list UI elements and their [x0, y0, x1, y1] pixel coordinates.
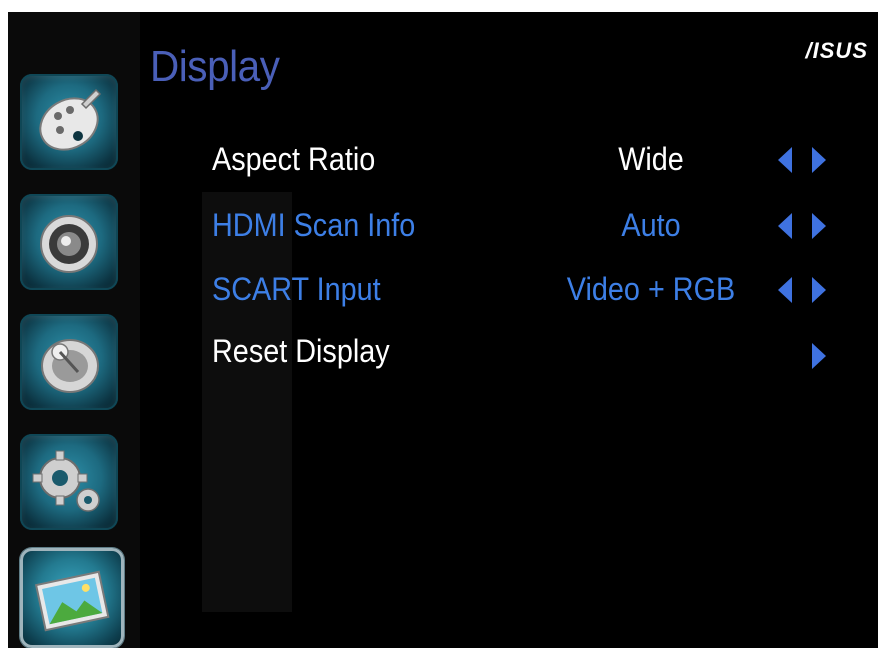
- arrow-left-icon[interactable]: [778, 213, 792, 239]
- menu-item-hdmi-scan-info[interactable]: HDMI Scan Info Auto: [8, 200, 878, 250]
- arrow-right-icon[interactable]: [812, 147, 826, 173]
- menu-item-value: Video + RGB: [566, 271, 736, 307]
- background-shade: [202, 192, 292, 612]
- menu-item-label: Reset Display: [212, 333, 390, 369]
- menu-item-label: SCART Input: [212, 271, 381, 307]
- sidebar-item-setup[interactable]: [20, 434, 118, 530]
- picture-icon: [34, 570, 110, 632]
- page-title: Display: [150, 42, 280, 91]
- arrow-left-icon[interactable]: [778, 277, 792, 303]
- gears-icon: [32, 450, 100, 512]
- menu-item-aspect-ratio[interactable]: Aspect Ratio Wide: [8, 134, 878, 184]
- sidebar-item-display[interactable]: [20, 548, 124, 648]
- menu-item-value: Wide: [618, 141, 684, 177]
- arrow-left-icon[interactable]: [778, 147, 792, 173]
- menu-item-scart-input[interactable]: SCART Input Video + RGB: [8, 264, 878, 314]
- brand-logo: /ISUS: [805, 38, 868, 63]
- arrow-right-icon[interactable]: [812, 343, 826, 369]
- arrow-right-icon[interactable]: [812, 213, 826, 239]
- menu-item-value: Auto: [621, 207, 681, 243]
- menu-item-reset-display[interactable]: Reset Display: [8, 326, 878, 376]
- arrow-right-icon[interactable]: [812, 277, 826, 303]
- osd-screen: Display /ISUS Aspect Ratio Wide HDMI Sca…: [8, 12, 878, 648]
- menu-item-label: Aspect Ratio: [212, 141, 376, 177]
- menu-item-label: HDMI Scan Info: [212, 207, 416, 243]
